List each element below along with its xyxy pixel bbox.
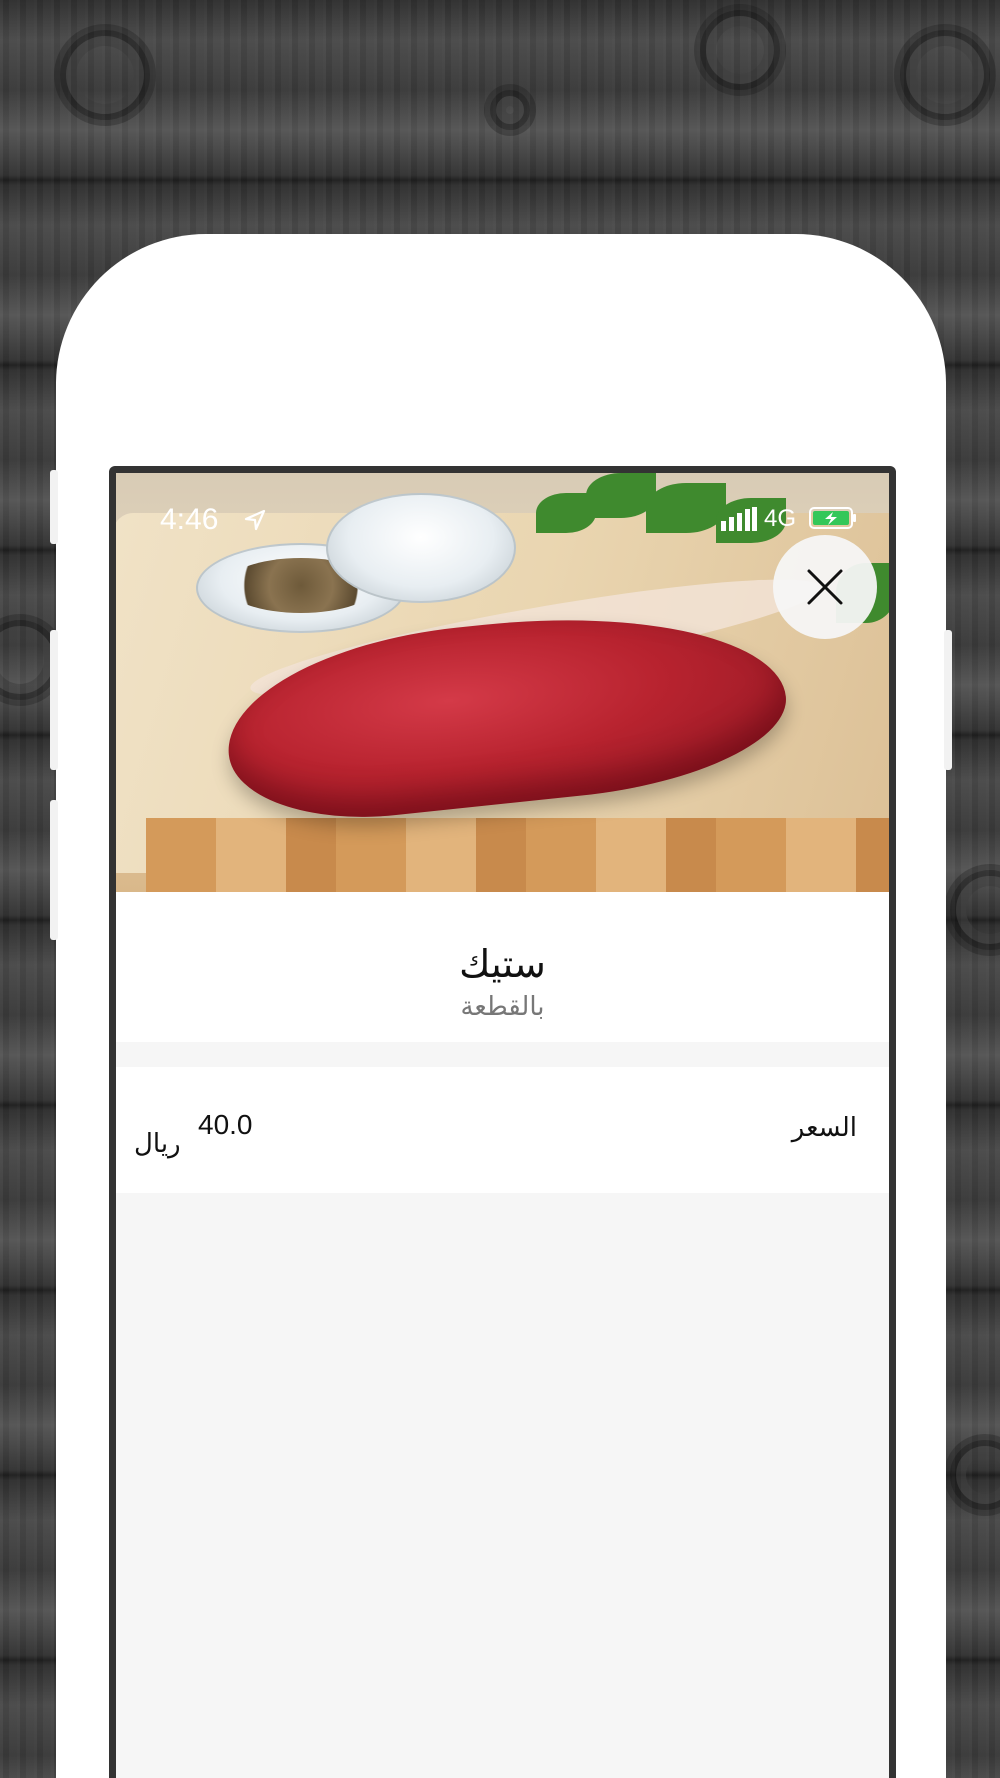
network-type: 4G: [764, 505, 797, 532]
status-bar: 4:46 4G: [116, 473, 889, 563]
price-label: السعر: [791, 1113, 857, 1143]
phone-screen: 4:46 4G ستيك بالقطعة السعر 40.0 ريال: [109, 466, 896, 1778]
wood-knot: [950, 1440, 1000, 1510]
cutting-board-edge: [146, 818, 889, 892]
price-value: 40.0: [198, 1109, 253, 1140]
phone-volume-down: [50, 800, 58, 940]
product-name: ستيك: [459, 942, 546, 986]
wood-knot: [900, 30, 990, 120]
close-icon: [807, 569, 843, 605]
wood-knot: [60, 30, 150, 120]
product-image: 4:46 4G: [116, 473, 889, 892]
wood-knot: [700, 10, 780, 90]
product-detail-screen: 4:46 4G ستيك بالقطعة السعر 40.0 ريال: [116, 473, 889, 1778]
product-title-section: ستيك بالقطعة: [116, 892, 889, 1042]
signal-icon: [721, 507, 757, 531]
price-row: السعر 40.0 ريال: [116, 1067, 889, 1193]
status-time: 4:46: [160, 503, 219, 536]
battery-charging-icon: [809, 507, 856, 529]
wood-knot: [950, 870, 1000, 950]
phone-mute-switch: [50, 470, 58, 544]
price-currency: ريال: [134, 1129, 181, 1159]
product-unit: بالقطعة: [460, 992, 545, 1022]
phone-power-button: [944, 630, 952, 770]
wood-knot: [490, 90, 530, 130]
phone-volume-up: [50, 630, 58, 770]
location-arrow-icon: [244, 509, 266, 531]
close-button[interactable]: [773, 535, 877, 639]
